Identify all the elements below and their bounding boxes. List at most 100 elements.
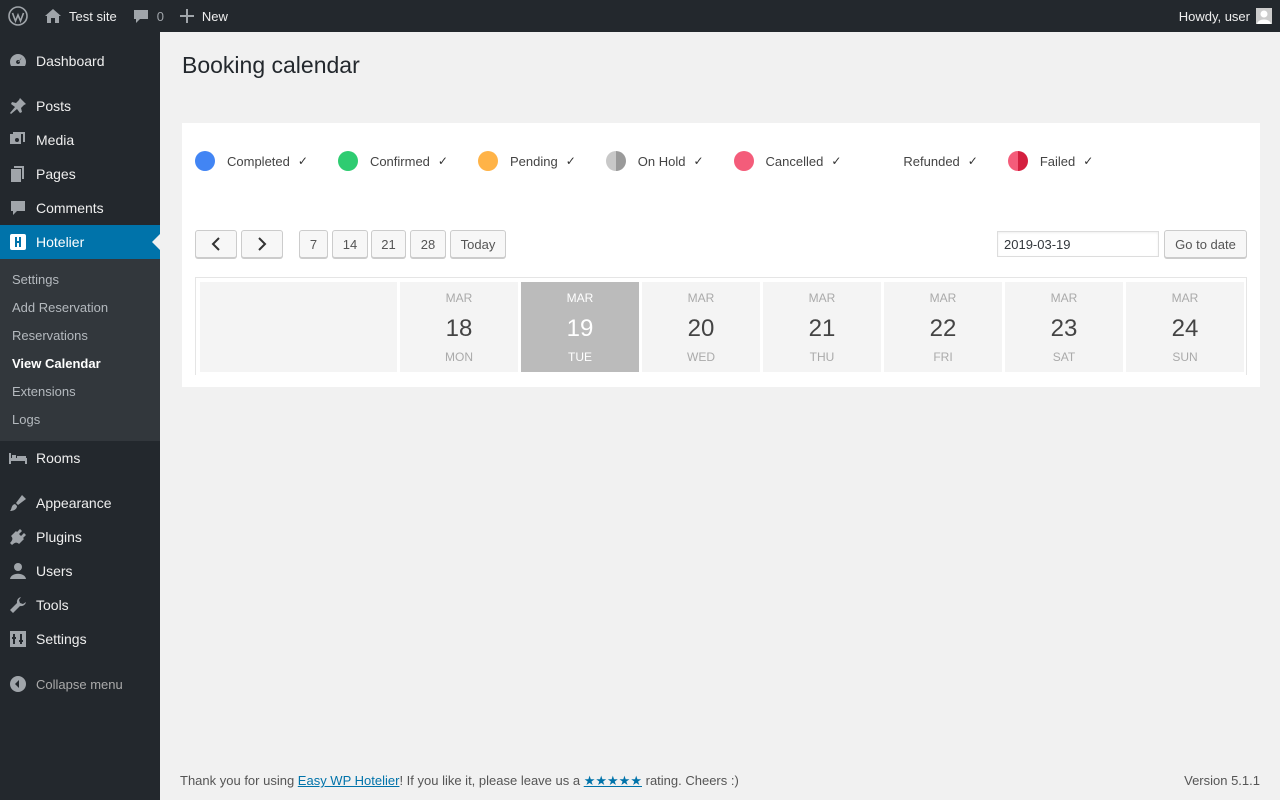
- today-button[interactable]: Today: [450, 230, 506, 258]
- legend-refunded[interactable]: Refunded ✓: [871, 151, 1007, 171]
- menu-hotelier[interactable]: Hotelier: [0, 225, 160, 259]
- menu-pages[interactable]: Pages: [0, 157, 160, 191]
- day-month: MAR: [1171, 291, 1199, 305]
- submenu-reservations[interactable]: Reservations: [0, 322, 160, 350]
- day-cell-22[interactable]: MAR 22 FRI: [884, 282, 1002, 372]
- collapse-arrow-icon: [8, 674, 28, 694]
- my-account-link[interactable]: Howdy, user: [1171, 0, 1280, 32]
- new-label: New: [201, 8, 228, 24]
- pending-dot: [477, 151, 498, 171]
- footer-text-middle: ! If you like it, please leave us a: [399, 773, 584, 788]
- rating-stars-link[interactable]: ★★★★★: [584, 773, 642, 788]
- menu-rooms[interactable]: Rooms: [0, 441, 160, 475]
- day-month: MAR: [687, 291, 715, 305]
- next-button[interactable]: [241, 230, 283, 258]
- legend-confirmed[interactable]: Confirmed ✓: [337, 151, 478, 171]
- menu-label: Tools: [36, 597, 69, 613]
- go-to-date-button[interactable]: Go to date: [1164, 230, 1247, 258]
- pin-icon: [8, 96, 28, 116]
- site-name-link[interactable]: Test site: [36, 0, 125, 32]
- day-number: 20: [687, 315, 715, 342]
- date-input[interactable]: 2019-03-19: [997, 231, 1159, 257]
- legend-pending[interactable]: Pending ✓: [477, 151, 606, 171]
- submenu-view-calendar[interactable]: View Calendar: [0, 350, 160, 378]
- check-icon: ✓: [693, 154, 704, 168]
- menu-dashboard[interactable]: Dashboard: [0, 44, 160, 78]
- submenu-extensions[interactable]: Extensions: [0, 378, 160, 406]
- wordpress-logo-icon[interactable]: [0, 0, 36, 32]
- page-title: Booking calendar: [182, 52, 360, 78]
- menu-label: Settings: [36, 631, 87, 647]
- submenu-settings[interactable]: Settings: [0, 266, 160, 294]
- menu-tools[interactable]: Tools: [0, 588, 160, 622]
- calendar-grid: MAR 18 MON MAR 19 TUE MAR 20 WED MAR 21 …: [195, 277, 1247, 375]
- completed-dot: [195, 151, 215, 171]
- day-month: MAR: [929, 291, 957, 305]
- footer-text-before: Thank you for using: [180, 773, 298, 788]
- footer-thanks: Thank you for using Easy WP Hotelier! If…: [180, 773, 739, 789]
- menu-label: Plugins: [36, 529, 82, 545]
- legend-label: On Hold: [637, 153, 686, 169]
- day-cell-20[interactable]: MAR 20 WED: [642, 282, 760, 372]
- day-month: MAR: [566, 291, 594, 305]
- day-month: MAR: [445, 291, 473, 305]
- plus-icon: [179, 9, 194, 23]
- day-number: 18: [445, 315, 473, 342]
- chevron-left-icon: [211, 237, 220, 251]
- check-icon: ✓: [967, 154, 978, 168]
- comments-link[interactable]: 0: [125, 0, 172, 32]
- submenu-logs[interactable]: Logs: [0, 406, 160, 434]
- legend-cancelled[interactable]: Cancelled ✓: [733, 151, 872, 171]
- footer-text-after: rating. Cheers :): [642, 773, 739, 788]
- day-weekday: FRI: [933, 350, 953, 364]
- menu-label: Posts: [36, 98, 72, 114]
- refunded-dot: [871, 151, 891, 171]
- menu-media[interactable]: Media: [0, 123, 160, 157]
- failed-dot: [1007, 151, 1028, 171]
- hotelier-link[interactable]: Easy WP Hotelier: [298, 773, 400, 788]
- user-icon: [8, 561, 28, 581]
- menu-comments[interactable]: Comments: [0, 191, 160, 225]
- submenu-add-reservation[interactable]: Add Reservation: [0, 294, 160, 322]
- legend-completed[interactable]: Completed ✓: [195, 151, 338, 171]
- check-icon: ✓: [831, 154, 842, 168]
- day-number: 24: [1171, 315, 1199, 342]
- day-number: 19: [566, 315, 594, 342]
- day-cell-21[interactable]: MAR 21 THU: [763, 282, 881, 372]
- dashboard-icon: [8, 51, 28, 71]
- legend-failed[interactable]: Failed ✓: [1007, 151, 1123, 171]
- bed-icon: [8, 448, 28, 468]
- range-14-button[interactable]: 14: [332, 230, 368, 258]
- legend-label: Refunded: [903, 153, 960, 169]
- new-content-link[interactable]: New: [172, 0, 236, 32]
- range-7-button[interactable]: 7: [299, 230, 328, 258]
- day-weekday: WED: [687, 350, 715, 364]
- day-weekday: SUN: [1172, 350, 1198, 364]
- wrench-icon: [8, 595, 28, 615]
- plug-icon: [8, 527, 28, 547]
- legend-on-hold[interactable]: On Hold ✓: [605, 151, 734, 171]
- menu-label: Rooms: [36, 450, 81, 466]
- menu-posts[interactable]: Posts: [0, 89, 160, 123]
- menu-users[interactable]: Users: [0, 554, 160, 588]
- day-cell-24[interactable]: MAR 24 SUN: [1126, 282, 1244, 372]
- hotelier-icon: [8, 232, 28, 252]
- confirmed-dot: [337, 151, 358, 171]
- range-21-button[interactable]: 21: [371, 230, 406, 258]
- greeting: Howdy, user: [1178, 8, 1250, 24]
- day-cell-23[interactable]: MAR 23 SAT: [1005, 282, 1123, 372]
- legend-label: Completed: [227, 153, 290, 169]
- collapse-label: Collapse menu: [36, 676, 123, 692]
- menu-appearance[interactable]: Appearance: [0, 486, 160, 520]
- collapse-menu-button[interactable]: Collapse menu: [0, 667, 160, 701]
- chevron-right-icon: [258, 237, 267, 251]
- day-cell-19[interactable]: MAR 19 TUE: [521, 282, 639, 372]
- menu-settings[interactable]: Settings: [0, 622, 160, 656]
- footer-version: Version 5.1.1: [1184, 773, 1260, 788]
- day-cell-18[interactable]: MAR 18 MON: [400, 282, 518, 372]
- range-28-button[interactable]: 28: [410, 230, 446, 258]
- menu-plugins[interactable]: Plugins: [0, 520, 160, 554]
- comment-icon: [8, 198, 28, 218]
- prev-button[interactable]: [195, 230, 237, 258]
- comments-count: 0: [156, 8, 164, 24]
